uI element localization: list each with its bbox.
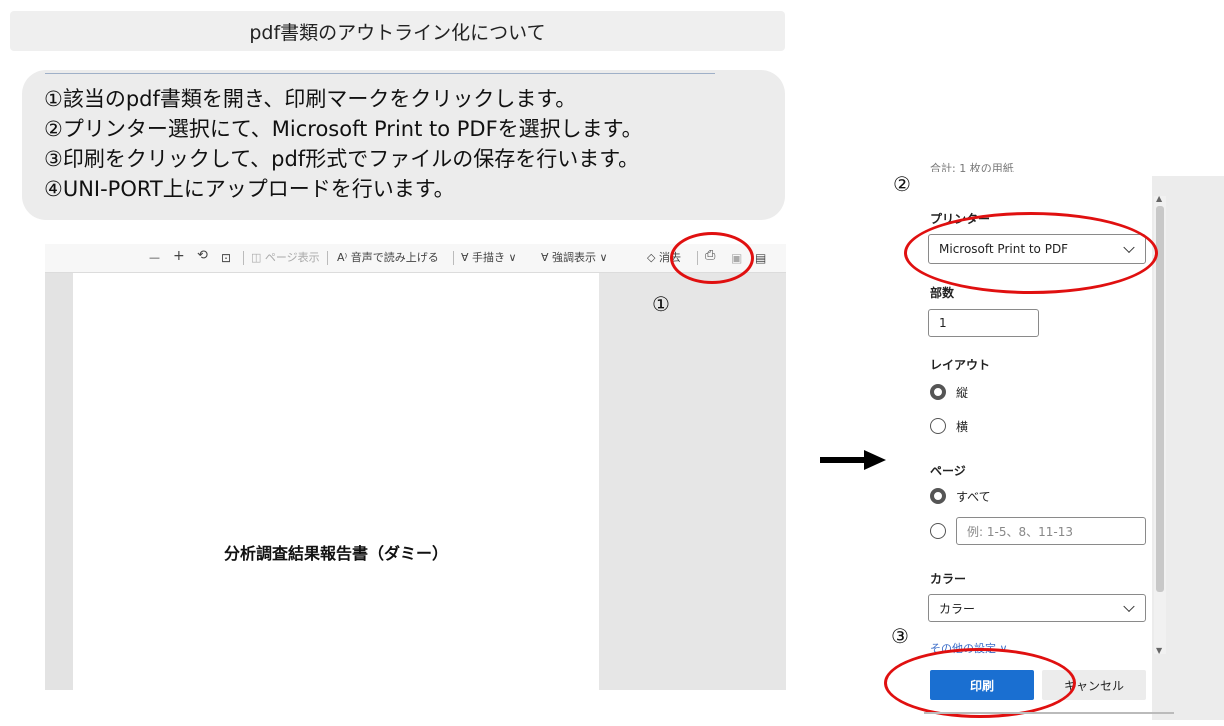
toolbar-separator	[697, 251, 698, 265]
printer-label: プリンター	[930, 212, 991, 226]
highlight-icon: ∀	[541, 251, 553, 264]
print-icon[interactable]: ⎙	[705, 247, 715, 265]
pages-all-label: すべて	[956, 490, 991, 504]
toolbar-separator	[243, 251, 244, 265]
page-view-icon: ◫	[251, 251, 265, 264]
layout-landscape-radio[interactable]	[930, 418, 946, 434]
layout-portrait-label: 縦	[956, 386, 969, 400]
arrow-right-icon	[820, 450, 886, 470]
chevron-down-icon	[1123, 600, 1135, 613]
pdf-viewer: — + ⟲ ⊡ ◫ ページ表示 A⁾ 音声で読み上げる ∀ 手描き ∨ ∀ 強調…	[45, 244, 786, 690]
color-label: カラー	[930, 572, 967, 586]
page-view-button[interactable]: ◫ ページ表示	[251, 249, 320, 267]
fit-page-icon[interactable]: ⊡	[221, 249, 231, 267]
pages-all-radio[interactable]	[930, 488, 946, 504]
pages-label: ページ	[930, 464, 966, 478]
page-view-label: ページ表示	[264, 251, 320, 264]
chevron-down-icon	[1123, 241, 1135, 254]
panel-bottom-border	[924, 712, 1174, 714]
chevron-down-icon: ∨	[596, 251, 608, 264]
color-select-value: カラー	[939, 601, 976, 616]
marker-one: ①	[652, 292, 670, 316]
scrollbar-thumb[interactable]	[1156, 206, 1164, 592]
rotate-icon[interactable]: ⟲	[197, 247, 208, 265]
zoom-in-button[interactable]: +	[173, 247, 185, 265]
erase-button[interactable]: ◇ 消去	[647, 249, 681, 267]
page-title: pdf書類のアウトライン化について	[10, 11, 785, 51]
print-button[interactable]: 印刷	[930, 670, 1034, 700]
draw-button[interactable]: ∀ 手描き ∨	[461, 249, 517, 267]
scroll-up-icon[interactable]: ▲	[1156, 194, 1162, 203]
pages-range-placeholder: 例: 1-5、8、11-13	[967, 524, 1073, 539]
pages-range-radio[interactable]	[930, 523, 946, 539]
highlight-label: 強調表示	[552, 251, 597, 264]
scroll-down-icon[interactable]: ▼	[1156, 646, 1162, 655]
page-title-text: pdf書類のアウトライン化について	[249, 21, 546, 44]
save-as-icon[interactable]: ▤	[755, 249, 766, 267]
layout-landscape-label: 横	[956, 420, 969, 434]
read-aloud-button[interactable]: A⁾ 音声で読み上げる	[337, 249, 439, 267]
print-panel-top	[924, 172, 1152, 180]
read-aloud-label: 音声で読み上げる	[350, 251, 439, 264]
copies-label: 部数	[930, 286, 955, 300]
save-icon[interactable]: ▣	[731, 249, 742, 267]
step-1: ①該当のpdf書類を開き、印刷マークをクリックします。	[44, 87, 577, 111]
step-2: ②プリンター選択にて、Microsoft Print to PDFを選択します。	[44, 117, 643, 141]
pages-range-input[interactable]: 例: 1-5、8、11-13	[956, 517, 1146, 545]
viewer-margin-left	[45, 273, 73, 690]
draw-icon: ∀	[461, 251, 473, 264]
copies-input[interactable]: 1	[928, 309, 1039, 337]
more-settings-link[interactable]: その他の設定 ∨	[930, 640, 1008, 656]
step-3: ③印刷をクリックして、pdf形式でファイルの保存を行います。	[44, 147, 640, 171]
highlight-button[interactable]: ∀ 強調表示 ∨	[541, 249, 608, 267]
toolbar-separator	[453, 251, 454, 265]
printer-select[interactable]: Microsoft Print to PDF	[928, 234, 1146, 264]
chevron-down-icon: ∨	[505, 251, 517, 264]
marker-two: ②	[893, 172, 911, 196]
marker-three: ③	[891, 624, 909, 648]
cancel-button[interactable]: キャンセル	[1042, 670, 1146, 700]
draw-label: 手描き	[472, 251, 506, 264]
layout-label: レイアウト	[930, 358, 991, 372]
viewer-margin-right	[599, 273, 786, 690]
zoom-out-button[interactable]: —	[149, 249, 160, 267]
toolbar-separator	[327, 251, 328, 265]
eraser-icon: ◇	[647, 251, 659, 264]
pdf-page: 分析調査結果報告書（ダミー）	[73, 273, 599, 690]
steps-list: ①該当のpdf書類を開き、印刷マークをクリックします。 ②プリンター選択にて、M…	[44, 84, 784, 204]
printer-select-value: Microsoft Print to PDF	[939, 242, 1069, 256]
document-title: 分析調査結果報告書（ダミー）	[223, 544, 448, 563]
steps-divider	[45, 73, 715, 74]
copies-value: 1	[939, 316, 947, 330]
step-4: ④UNI-PORT上にアップロードを行います。	[44, 177, 455, 201]
color-select[interactable]: カラー	[928, 594, 1146, 622]
layout-portrait-radio[interactable]	[930, 384, 946, 400]
erase-label: 消去	[658, 251, 681, 264]
read-aloud-icon: A⁾	[337, 251, 351, 264]
pdf-toolbar: — + ⟲ ⊡ ◫ ページ表示 A⁾ 音声で読み上げる ∀ 手描き ∨ ∀ 強調…	[45, 244, 786, 273]
